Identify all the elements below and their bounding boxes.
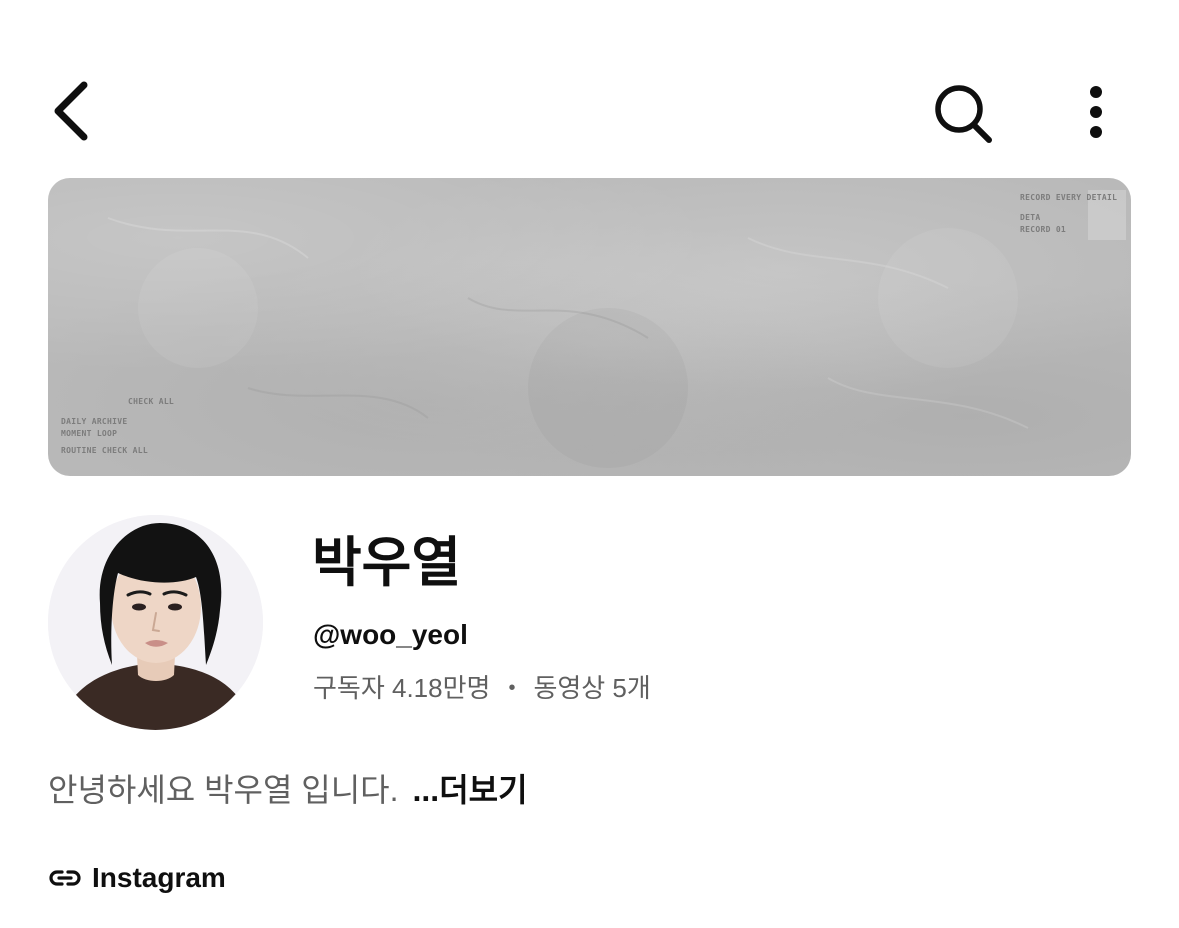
channel-stats: 구독자 4.18만명 • 동영상 5개 [313,670,651,706]
banner-text-bottom-left-2: DAILY ARCHIVE [61,417,128,426]
top-app-bar [0,0,1179,170]
search-button[interactable] [928,78,998,148]
avatar-portrait [48,515,263,730]
more-description-link[interactable]: ...더보기 [413,772,528,808]
link-icon [49,870,81,886]
channel-description[interactable]: 안녕하세요 박우열 입니다. ...더보기 [48,770,528,810]
description-text: 안녕하세요 박우열 입니다. [48,772,399,808]
more-options-button[interactable] [1068,80,1124,144]
banner-text-top-right-1: RECORD EVERY DETAIL [1020,193,1118,202]
banner-text-bottom-left-3: MOMENT LOOP [61,429,118,438]
search-icon [935,85,992,143]
channel-banner[interactable]: RECORD EVERY DETAIL DETA RECORD 01 CHECK… [48,178,1131,476]
banner-text-bottom-left-1: CHECK ALL [128,397,175,406]
subscriber-count: 구독자 4.18만명 [313,673,491,703]
channel-avatar[interactable] [48,515,263,730]
back-button[interactable] [40,78,100,144]
concrete-texture [107,190,1126,468]
banner-text-top-right-3: RECORD 01 [1020,225,1067,234]
external-link-instagram[interactable]: Instagram [48,860,226,896]
link-label: Instagram [92,862,226,893]
chevron-left-icon [54,81,88,141]
stats-separator: • [508,677,516,699]
channel-name: 박우열 [312,533,462,593]
video-count: 동영상 5개 [533,673,651,703]
banner-text-bottom-left-4: ROUTINE CHECK ALL [61,446,148,455]
channel-handle: @woo_yeol [313,619,468,650]
more-vertical-icon [1090,86,1102,138]
banner-text-top-right-2: DETA [1020,213,1041,222]
